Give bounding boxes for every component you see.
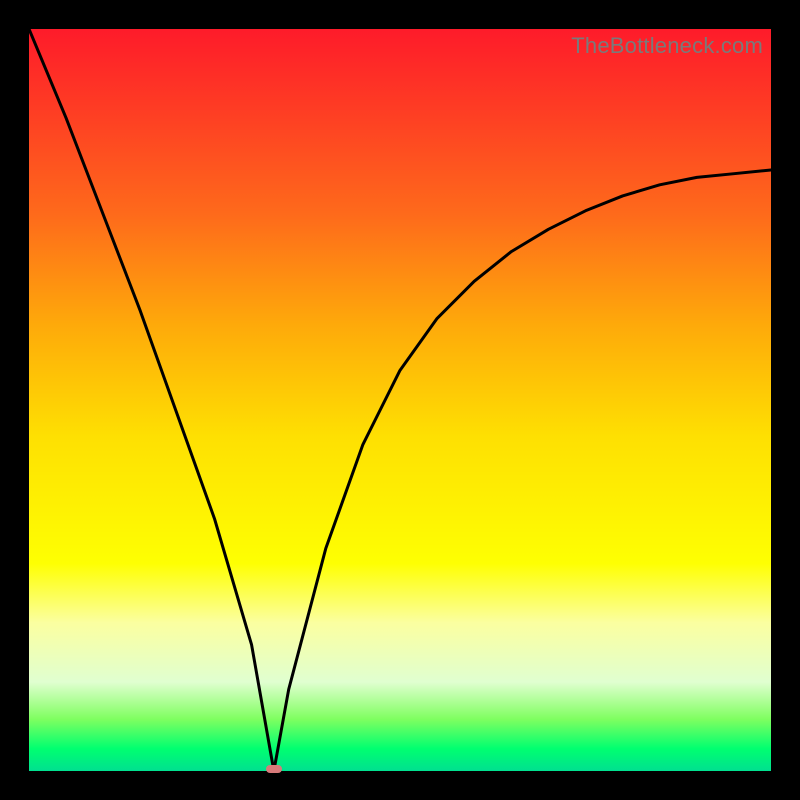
chart-container: TheBottleneck.com <box>0 0 800 800</box>
minimum-marker <box>266 765 282 773</box>
watermark-text: TheBottleneck.com <box>571 33 763 59</box>
bottleneck-curve-path <box>29 29 771 771</box>
plot-area: TheBottleneck.com <box>29 29 771 771</box>
curve-svg <box>29 29 771 771</box>
